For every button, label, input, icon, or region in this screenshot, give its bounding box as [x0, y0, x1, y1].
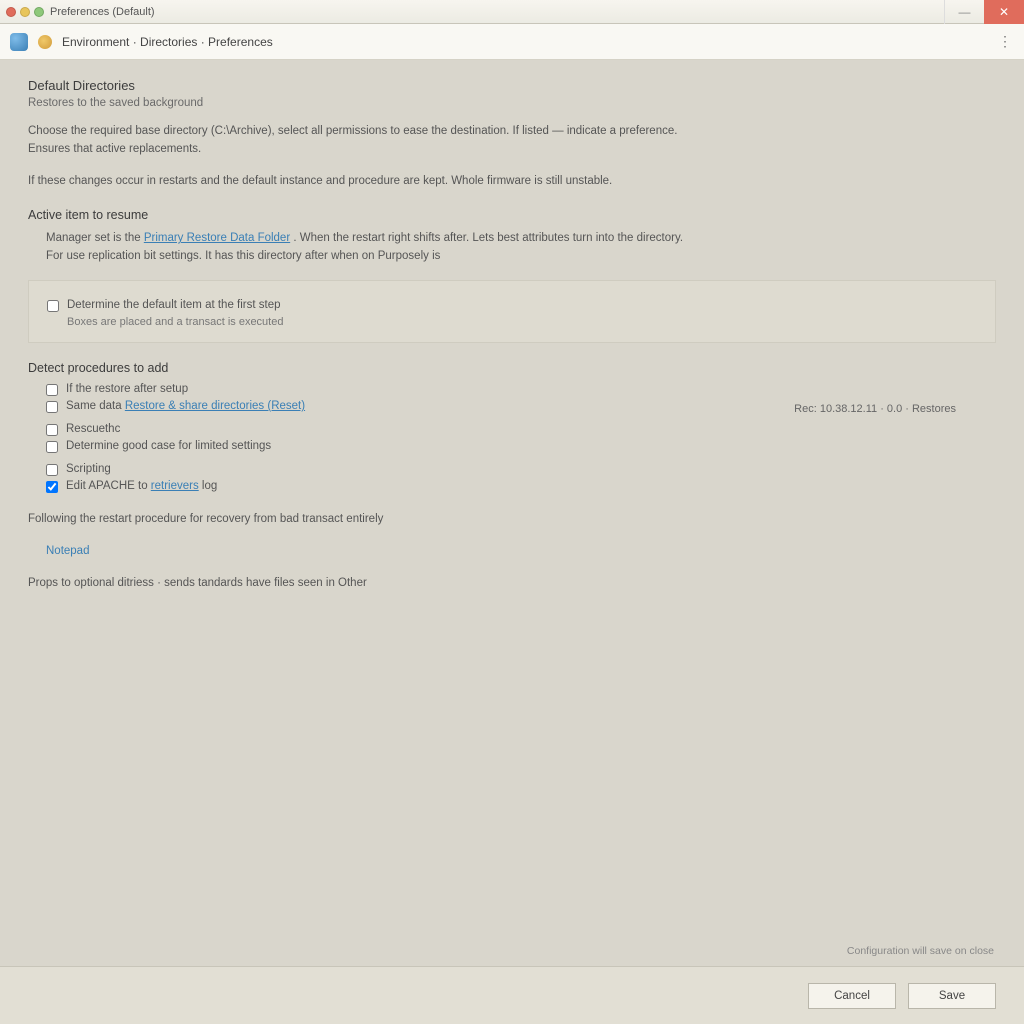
box-check-label: Determine the default item at the first … [67, 299, 281, 311]
opt-same-data-checkbox[interactable] [46, 401, 58, 413]
opt2-label: Same data Restore & share directories (R… [66, 400, 305, 412]
opt5-label: Scripting [66, 463, 111, 475]
intro-text-1a: Choose the required base directory (C:\A… [28, 125, 677, 137]
footer-bar: Configuration will save on close Cancel … [0, 966, 1024, 1024]
primary-restore-link[interactable]: Primary Restore Data Folder [144, 232, 290, 244]
footer-hint: Configuration will save on close [847, 945, 994, 957]
content-area: Default Directories Restores to the save… [0, 60, 1024, 966]
opt-scripting-checkbox[interactable] [46, 464, 58, 476]
window-title: Preferences (Default) [50, 6, 155, 18]
intro-paragraph-1: Choose the required base directory (C:\A… [28, 123, 996, 159]
page-title: Default Directories [28, 78, 996, 93]
close-icon[interactable]: ✕ [984, 0, 1024, 24]
rec-note: Rec: 10.38.12.11 · 0.0 · Restores [794, 403, 956, 415]
opt3-label: Rescuethc [66, 423, 120, 435]
section-active-body: Manager set is the Primary Restore Data … [28, 230, 996, 266]
sub-icon [38, 35, 52, 49]
section1-text-c: For use replication bit settings. It has… [46, 250, 440, 262]
notepad-link[interactable]: Notepad [46, 545, 89, 557]
section1-text-b: . When the restart right shifts after. L… [293, 232, 683, 244]
determine-default-checkbox[interactable] [47, 300, 59, 312]
retrievers-link[interactable]: retrievers [151, 480, 199, 492]
section-active-title: Active item to resume [28, 208, 996, 222]
footnote: Props to optional ditriess · sends tanda… [28, 575, 996, 593]
page-subtitle: Restores to the saved background [28, 97, 996, 109]
opt1-label: If the restore after setup [66, 383, 188, 395]
breadcrumb: Environment · Directories · Preferences [62, 35, 273, 49]
app-icon [10, 33, 28, 51]
minimize-icon[interactable]: — [944, 0, 984, 24]
kebab-menu-icon[interactable]: ⋮ [998, 33, 1012, 50]
section-detect-body: If the restore after setup Same data Res… [28, 383, 996, 493]
box-check-row: Determine the default item at the first … [47, 299, 977, 312]
highlight-box: Determine the default item at the first … [28, 280, 996, 343]
toolbar: Environment · Directories · Preferences … [0, 24, 1024, 60]
maximize-dot-icon[interactable] [34, 7, 44, 17]
restart-proc-line: Following the restart procedure for reco… [28, 511, 996, 529]
opt4-label: Determine good case for limited settings [66, 440, 271, 452]
opt-rescuethc-checkbox[interactable] [46, 424, 58, 436]
section-detect-title: Detect procedures to add [28, 361, 996, 375]
restore-share-link[interactable]: Restore & share directories (Reset) [125, 400, 305, 412]
close-dot-icon[interactable] [6, 7, 16, 17]
cancel-button[interactable]: Cancel [808, 983, 896, 1009]
titlebar: Preferences (Default) — ✕ [0, 0, 1024, 24]
intro-paragraph-2: If these changes occur in restarts and t… [28, 173, 996, 191]
opt-restore-after-setup-checkbox[interactable] [46, 384, 58, 396]
intro-text-1b: Ensures that active replacements. [28, 143, 201, 155]
minimize-dot-icon[interactable] [20, 7, 30, 17]
save-button[interactable]: Save [908, 983, 996, 1009]
section1-text-a: Manager set is the [46, 232, 144, 244]
box-check-sublabel: Boxes are placed and a transact is execu… [67, 316, 977, 328]
opt-edit-apache-checkbox[interactable] [46, 481, 58, 493]
window-root: Preferences (Default) — ✕ Environment · … [0, 0, 1024, 1024]
opt-limited-settings-checkbox[interactable] [46, 441, 58, 453]
opt6-label: Edit APACHE to retrievers log [66, 480, 217, 492]
window-controls [6, 7, 44, 17]
